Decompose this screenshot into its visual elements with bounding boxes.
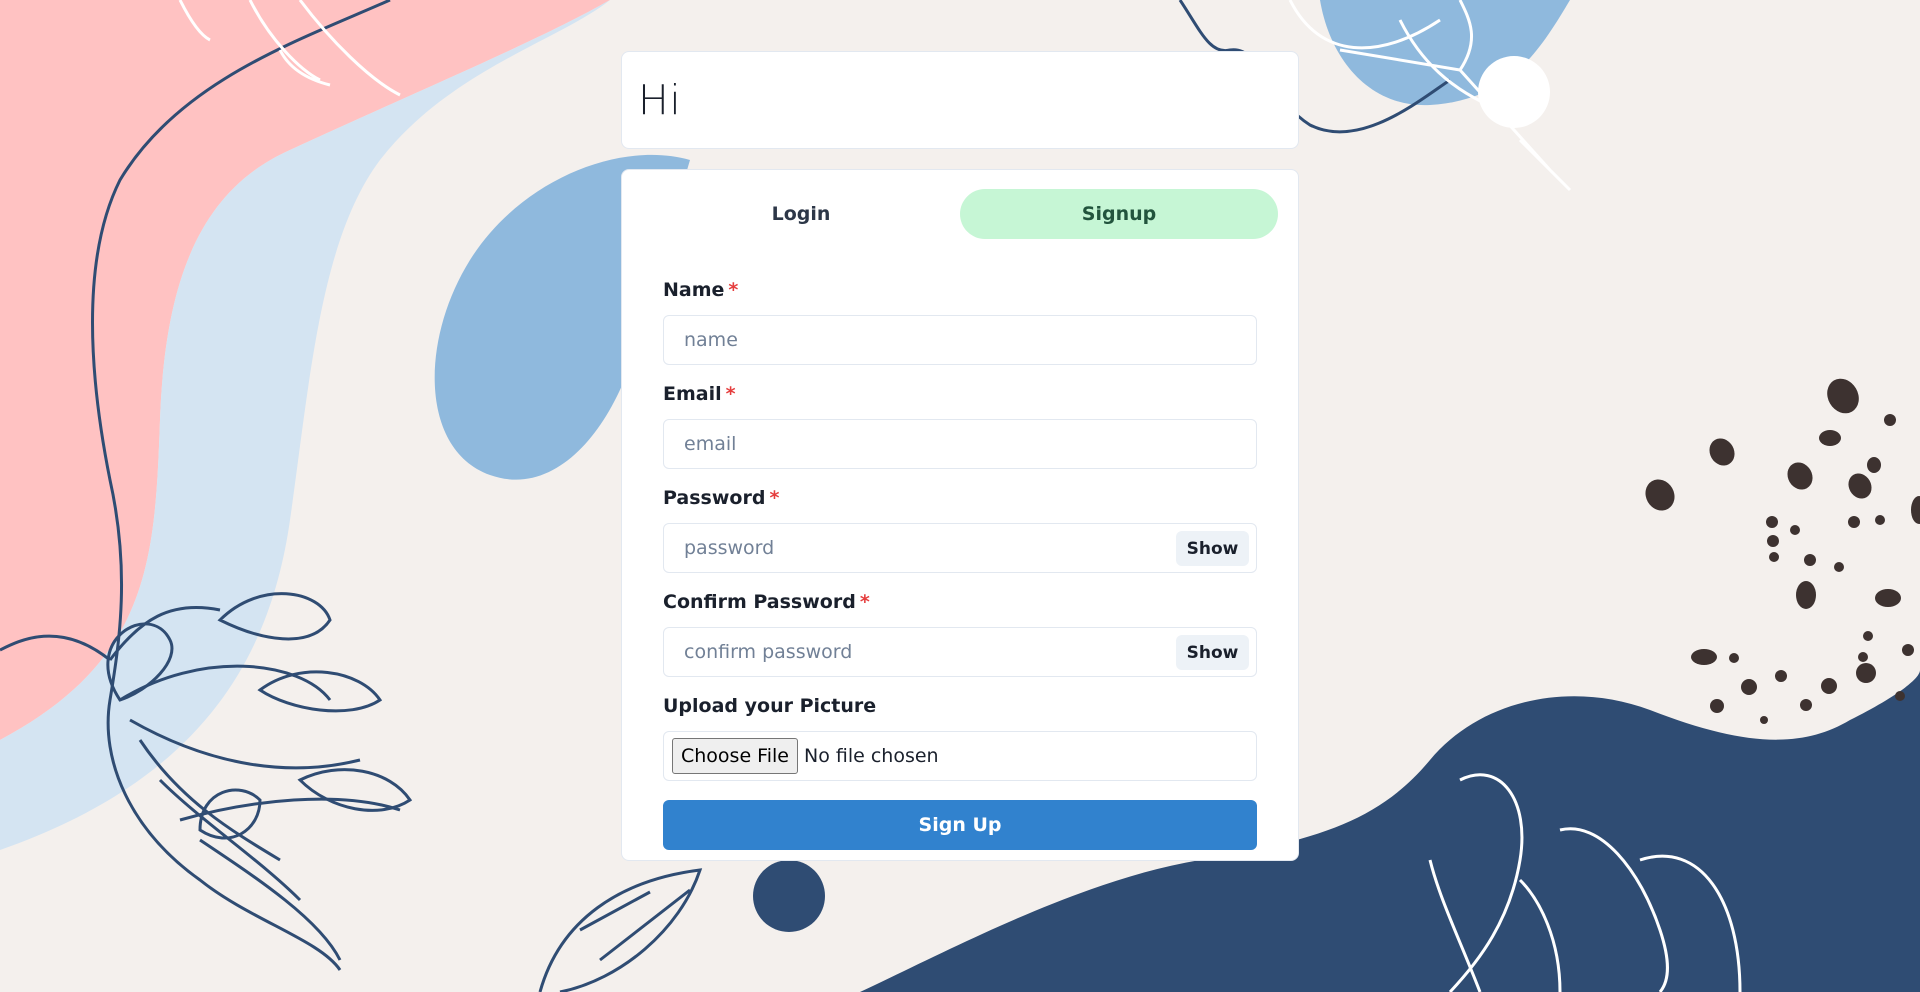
confirm-password-placeholder: confirm password xyxy=(684,641,853,663)
required-mark: * xyxy=(728,279,739,301)
header-card: Hi xyxy=(621,51,1299,149)
confirm-password-label: Confirm Password * xyxy=(663,591,870,613)
file-status: No file chosen xyxy=(803,745,939,767)
email-label: Email * xyxy=(663,383,736,405)
choose-file-button[interactable]: Choose File xyxy=(672,738,798,774)
tab-login[interactable]: Login xyxy=(642,189,960,239)
show-password-button[interactable]: Show xyxy=(1176,531,1249,566)
signup-container: Hi Login Signup Name * name Email * email … xyxy=(621,51,1299,861)
password-placeholder: password xyxy=(684,537,775,559)
name-placeholder: name xyxy=(684,329,738,351)
page-title: Hi xyxy=(638,76,682,124)
white-dot xyxy=(1478,56,1550,128)
show-confirm-password-button[interactable]: Show xyxy=(1176,635,1249,670)
required-mark: * xyxy=(859,591,870,613)
confirm-password-input[interactable]: confirm password Show xyxy=(663,627,1257,677)
auth-card: Login Signup Name * name Email * email Pas… xyxy=(621,169,1299,861)
required-mark: * xyxy=(725,383,736,405)
password-input[interactable]: password Show xyxy=(663,523,1257,573)
navy-dot xyxy=(753,860,825,932)
picture-label: Upload your Picture xyxy=(663,695,877,717)
name-label: Name * xyxy=(663,279,739,301)
signup-form: Name * name Email * email Password * passwo… xyxy=(642,273,1278,850)
picture-file-input[interactable]: Choose File No file chosen xyxy=(663,731,1257,781)
name-input[interactable]: name xyxy=(663,315,1257,365)
bottom-leaf-art xyxy=(538,868,703,992)
sign-up-button[interactable]: Sign Up xyxy=(663,800,1257,850)
required-mark: * xyxy=(769,487,780,509)
tab-signup[interactable]: Signup xyxy=(960,189,1278,239)
speckles xyxy=(1645,378,1920,724)
email-placeholder: email xyxy=(684,433,737,455)
email-input[interactable]: email xyxy=(663,419,1257,469)
auth-tabs: Login Signup xyxy=(642,189,1278,239)
password-label: Password * xyxy=(663,487,780,509)
